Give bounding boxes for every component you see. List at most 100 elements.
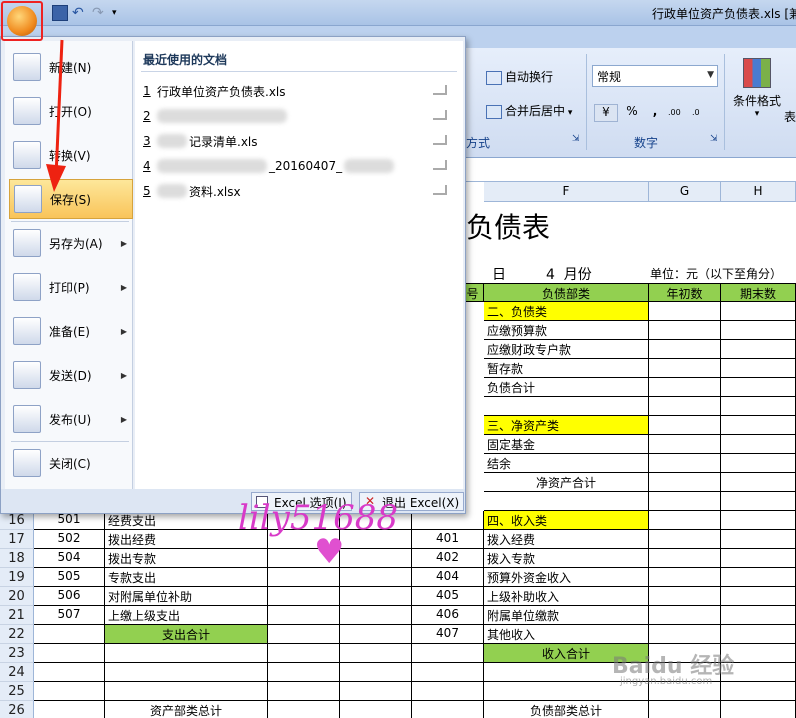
table-cell-b[interactable]: 507 [34, 606, 105, 625]
table-cell-h[interactable] [721, 416, 796, 435]
table-cell-c[interactable]: 拨出专款 [105, 549, 268, 568]
table-cell-f[interactable]: 二、负债类 [484, 302, 649, 321]
table-cell-h[interactable] [721, 701, 796, 718]
table-cell-g[interactable] [649, 416, 721, 435]
column-header-h[interactable]: H [721, 182, 796, 202]
table-cell-g[interactable] [649, 701, 721, 718]
table-cell-g[interactable] [649, 492, 721, 511]
recent-document-item[interactable]: 3 记录清单.xls [143, 131, 453, 151]
table-cell-h[interactable] [721, 625, 796, 644]
row-header[interactable]: 26 [0, 701, 34, 718]
table-cell-f[interactable]: 负债部类总计 [484, 701, 649, 718]
table-cell-b[interactable]: 504 [34, 549, 105, 568]
table-cell-g[interactable] [649, 435, 721, 454]
table-cell-g[interactable] [649, 378, 721, 397]
table-cell-c[interactable] [105, 682, 268, 701]
table-cell-f[interactable]: 预算外资金收入 [484, 568, 649, 587]
table-cell-g[interactable] [649, 321, 721, 340]
table-cell-f[interactable]: 上级补助收入 [484, 587, 649, 606]
table-cell-b[interactable]: 505 [34, 568, 105, 587]
format-as-table-label[interactable]: 表 [784, 108, 796, 125]
table-cell-d2[interactable] [340, 701, 412, 718]
table-cell-f[interactable]: 负债合计 [484, 378, 649, 397]
number-format-combo[interactable]: 常规 ▼ [592, 65, 718, 87]
table-cell-h[interactable] [721, 587, 796, 606]
currency-icon[interactable]: ¥ [594, 104, 618, 122]
table-cell-h[interactable] [721, 435, 796, 454]
table-cell-g[interactable] [649, 530, 721, 549]
row-header[interactable]: 17 [0, 530, 34, 549]
table-cell-f[interactable]: 净资产合计 [484, 473, 649, 492]
pin-icon[interactable] [433, 110, 447, 120]
table-cell-f[interactable]: 三、净资产类 [484, 416, 649, 435]
table-cell-h[interactable] [721, 511, 796, 530]
table-cell-h[interactable] [721, 492, 796, 511]
table-cell-h[interactable] [721, 321, 796, 340]
wrap-text-button[interactable]: 自动换行 [486, 68, 553, 85]
table-cell-d1[interactable] [268, 606, 340, 625]
column-header-f[interactable]: F [484, 182, 649, 202]
menu-item-close-folder[interactable]: 关闭(C) [9, 443, 133, 483]
table-cell-d1[interactable] [268, 682, 340, 701]
table-cell-e[interactable] [412, 644, 484, 663]
table-cell-h[interactable] [721, 473, 796, 492]
table-cell-c[interactable]: 资产部类总计 [105, 701, 268, 718]
table-cell-f[interactable]: 拨入经费 [484, 530, 649, 549]
table-cell-e[interactable]: 402 [412, 549, 484, 568]
pin-icon[interactable] [433, 135, 447, 145]
table-cell-d1[interactable] [268, 663, 340, 682]
table-cell-c[interactable]: 上缴上级支出 [105, 606, 268, 625]
alignment-launcher-icon[interactable]: ⇲ [572, 134, 580, 144]
table-cell-b[interactable] [34, 625, 105, 644]
table-cell-d2[interactable] [340, 644, 412, 663]
row-header[interactable]: 19 [0, 568, 34, 587]
table-cell-f[interactable] [484, 492, 649, 511]
table-cell-f[interactable]: 拨入专款 [484, 549, 649, 568]
table-cell-g[interactable] [649, 587, 721, 606]
menu-item-save-as[interactable]: 另存为(A) ▶ [9, 223, 133, 263]
table-cell-g[interactable] [649, 340, 721, 359]
undo-icon[interactable]: ↶ [72, 5, 88, 21]
table-cell-f[interactable]: 其他收入 [484, 625, 649, 644]
table-cell-c[interactable] [105, 644, 268, 663]
table-cell-d1[interactable] [268, 644, 340, 663]
table-cell-f[interactable] [484, 397, 649, 416]
table-cell-b[interactable] [34, 663, 105, 682]
table-cell-g[interactable] [649, 397, 721, 416]
recent-document-item[interactable]: 4 _20160407_ [143, 156, 453, 176]
table-cell-h[interactable] [721, 606, 796, 625]
table-cell-g[interactable] [649, 359, 721, 378]
table-cell-d1[interactable] [268, 587, 340, 606]
recent-document-item[interactable]: 2 [143, 106, 453, 126]
table-cell-d2[interactable] [340, 568, 412, 587]
office-button[interactable] [1, 1, 43, 41]
row-header[interactable]: 23 [0, 644, 34, 663]
recent-document-item[interactable]: 5 资料.xlsx [143, 181, 453, 201]
redo-icon[interactable]: ↷ [92, 5, 108, 21]
table-cell-h[interactable] [721, 340, 796, 359]
menu-item-printer[interactable]: 打印(P) ▶ [9, 267, 133, 307]
table-cell-f[interactable]: 结余 [484, 454, 649, 473]
increase-decimal-icon[interactable]: .00 [668, 104, 688, 122]
row-header[interactable]: 20 [0, 587, 34, 606]
table-cell-d1[interactable] [268, 701, 340, 718]
table-cell-h[interactable] [721, 549, 796, 568]
table-cell-b[interactable]: 506 [34, 587, 105, 606]
table-cell-e[interactable]: 407 [412, 625, 484, 644]
table-cell-g[interactable] [649, 606, 721, 625]
row-header[interactable]: 24 [0, 663, 34, 682]
table-cell-c[interactable] [105, 663, 268, 682]
customize-toolbar-icon[interactable]: ▾ [112, 5, 128, 21]
row-header[interactable]: 21 [0, 606, 34, 625]
column-header-g[interactable]: G [649, 182, 721, 202]
decrease-decimal-icon[interactable]: .0 [692, 104, 712, 122]
table-cell-e[interactable]: 401 [412, 530, 484, 549]
table-cell-h[interactable] [721, 682, 796, 701]
number-launcher-icon[interactable]: ⇲ [710, 134, 718, 144]
table-cell-g[interactable] [649, 302, 721, 321]
pin-icon[interactable] [433, 85, 447, 95]
row-header[interactable]: 22 [0, 625, 34, 644]
table-cell-g[interactable] [649, 473, 721, 492]
table-cell-e[interactable]: 406 [412, 606, 484, 625]
save-icon[interactable] [52, 5, 68, 21]
